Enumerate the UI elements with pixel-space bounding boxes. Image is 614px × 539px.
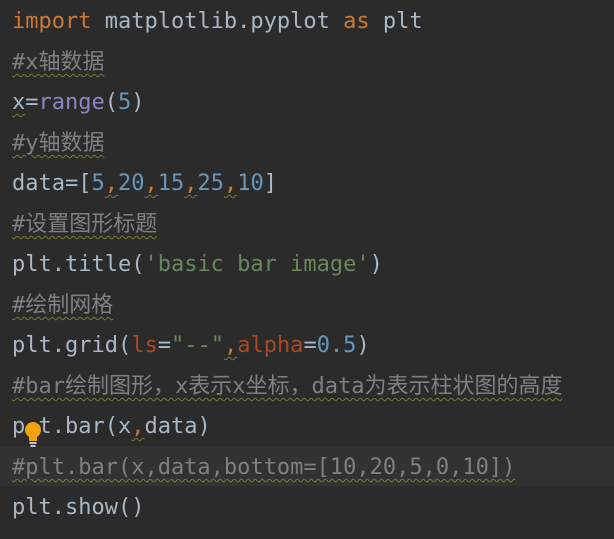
module-name: matplotlib.pyplot bbox=[91, 9, 344, 34]
comment-y-data: #y轴数据 bbox=[12, 131, 105, 156]
code-line-13[interactable]: plt.show() bbox=[12, 491, 144, 525]
code-line-3[interactable]: x=range(5) bbox=[12, 86, 144, 120]
code-line-10[interactable]: #bar绘制图形，x表示x坐标，data为表示柱状图的高度 bbox=[12, 370, 562, 404]
string-literal: 'basic bar image' bbox=[144, 252, 370, 277]
string-literal: "--" bbox=[170, 333, 224, 358]
number-literal: 25 bbox=[197, 171, 224, 196]
module-alias: plt bbox=[369, 9, 423, 34]
call-plt-grid: plt.grid( bbox=[12, 333, 132, 358]
code-line-7[interactable]: plt.title('basic bar image') bbox=[12, 248, 383, 282]
paren-close: ) bbox=[369, 252, 383, 277]
comma: , bbox=[131, 414, 145, 439]
code-line-8[interactable]: #绘制网格 bbox=[12, 289, 113, 323]
comment-commented-bar: #plt.bar(x,data,bottom=[10,20,5,0,10]) bbox=[12, 455, 516, 480]
comma: , bbox=[223, 333, 238, 358]
comment-draw-grid: #绘制网格 bbox=[12, 293, 114, 318]
paren-open: ( bbox=[104, 90, 118, 115]
number-literal: 20 bbox=[117, 171, 145, 196]
code-editor[interactable]: import matplotlib.pyplot as plt #x轴数据 x=… bbox=[0, 0, 614, 539]
lightbulb-icon[interactable] bbox=[24, 421, 42, 447]
assign-operator: = bbox=[157, 333, 171, 358]
comma: , bbox=[144, 171, 158, 196]
paren-close: ) bbox=[356, 333, 370, 358]
comma: , bbox=[184, 171, 198, 196]
comment-x-data: #x轴数据 bbox=[12, 50, 105, 75]
code-line-4[interactable]: #y轴数据 bbox=[12, 127, 105, 161]
number-literal: 5 bbox=[91, 171, 105, 196]
call-plt-title: plt.title( bbox=[12, 252, 145, 277]
comment-bar-explanation: #bar绘制图形，x表示x坐标，data为表示柱状图的高度 bbox=[12, 374, 563, 399]
bracket-open: [ bbox=[78, 171, 92, 196]
code-line-9[interactable]: plt.grid(ls="--",alpha=0.5) bbox=[12, 329, 370, 363]
number-literal: 0.5 bbox=[316, 333, 357, 358]
code-line-2[interactable]: #x轴数据 bbox=[12, 46, 105, 80]
code-line-12[interactable]: #plt.bar(x,data,bottom=[10,20,5,0,10]) bbox=[12, 451, 515, 485]
call-plt-bar-args: data) bbox=[144, 414, 211, 439]
builtin-range: range bbox=[38, 90, 105, 115]
assign-operator: = bbox=[25, 90, 39, 115]
keyword-import: import bbox=[12, 9, 92, 34]
comment-set-title: #设置图形标题 bbox=[12, 212, 158, 237]
call-plt-bar: t.bar(x bbox=[38, 414, 132, 439]
kwarg-alpha: alpha bbox=[237, 333, 304, 358]
number-literal: 5 bbox=[117, 90, 132, 115]
variable-data: data bbox=[12, 171, 65, 196]
bracket-close: ] bbox=[263, 171, 277, 196]
variable-x: x bbox=[12, 90, 26, 115]
call-plt-show: plt.show() bbox=[12, 495, 145, 520]
code-line-5[interactable]: data=[5,20,15,25,10] bbox=[12, 167, 277, 201]
code-line-6[interactable]: #设置图形标题 bbox=[12, 208, 157, 242]
assign-operator: = bbox=[303, 333, 317, 358]
code-line-1[interactable]: import matplotlib.pyplot as plt bbox=[12, 5, 423, 39]
assign-operator: = bbox=[64, 171, 79, 196]
comma: , bbox=[104, 171, 118, 196]
number-literal: 15 bbox=[157, 171, 185, 196]
number-literal: 10 bbox=[237, 171, 264, 196]
kwarg-ls: ls bbox=[131, 333, 158, 358]
paren-close: ) bbox=[131, 90, 145, 115]
keyword-as: as bbox=[343, 9, 370, 34]
comma: , bbox=[223, 171, 238, 196]
